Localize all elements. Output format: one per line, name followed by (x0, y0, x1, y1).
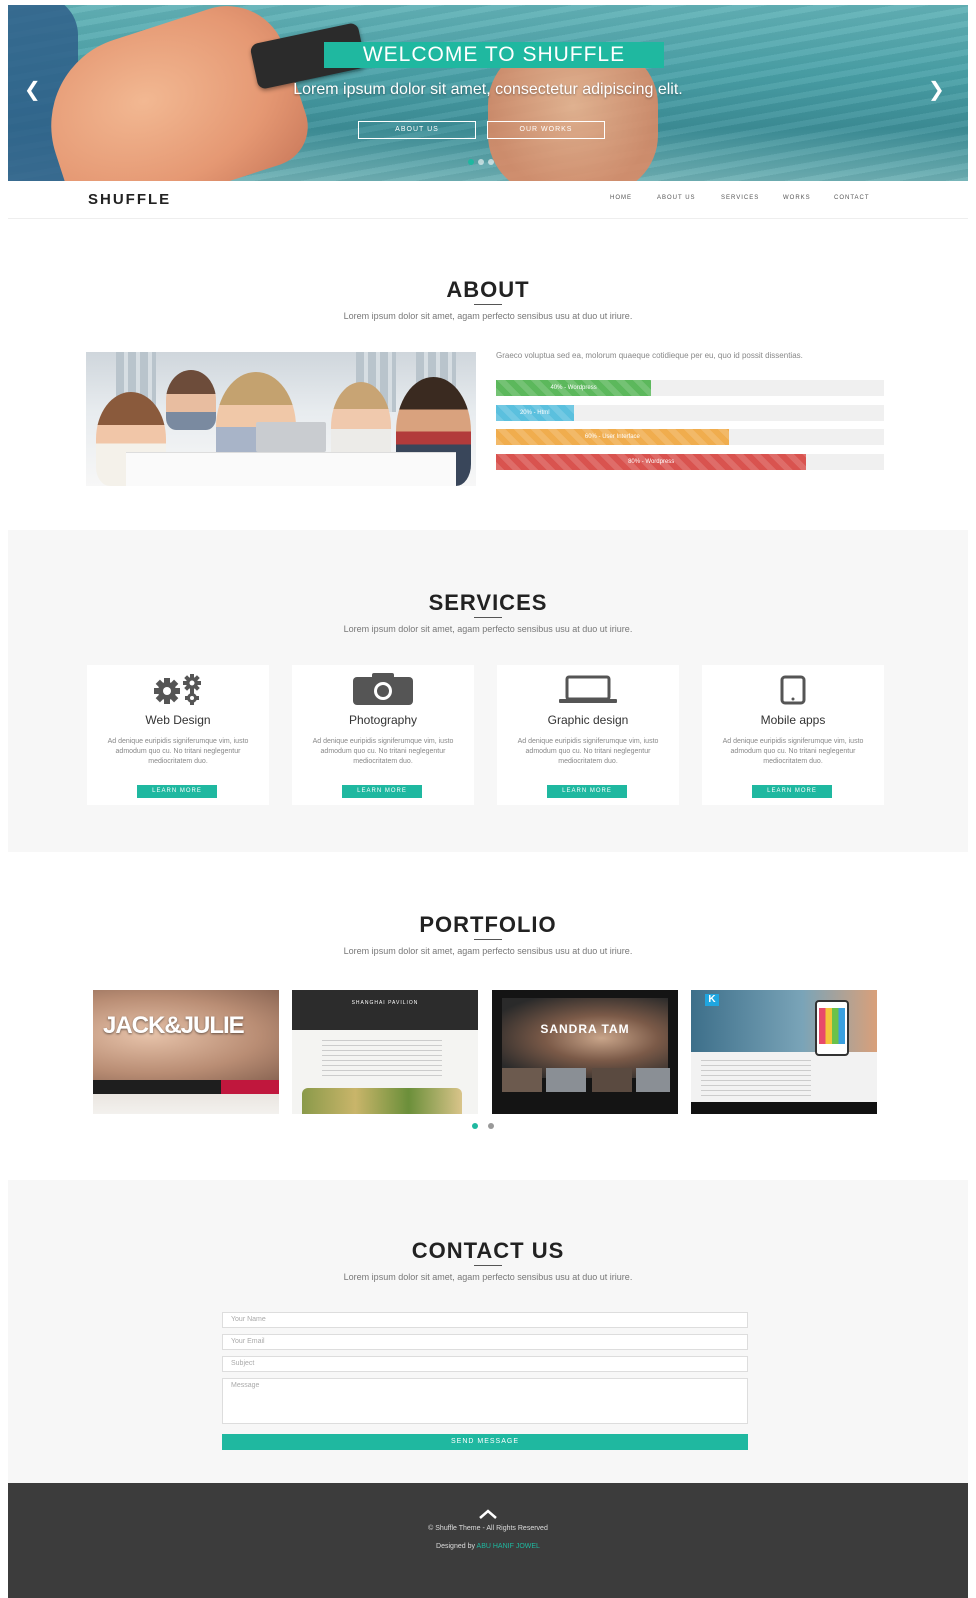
service-title: Photography (348, 713, 418, 727)
skill-bar: 40% - Wordpress (496, 380, 884, 396)
portfolio-indicators (472, 1123, 494, 1129)
subject-field[interactable]: Subject (222, 1356, 748, 1372)
portfolio-caption: SANDRA TAM (540, 1022, 630, 1036)
designed-by-label: Designed by (436, 1543, 477, 1550)
skill-bar-fill: 80% - Wordpress (496, 454, 807, 470)
navbar: SHUFFLE HOME ABOUT US SERVICES WORKS CON… (8, 181, 968, 219)
send-message-button[interactable]: SEND MESSAGE (222, 1434, 748, 1450)
email-field[interactable]: Your Email (222, 1334, 748, 1350)
about-us-button[interactable]: ABOUT US (358, 121, 476, 139)
chevron-right-icon[interactable]: ❯ (928, 77, 945, 102)
portfolio-item[interactable]: JACK&JULIE (93, 990, 279, 1114)
service-description: Ad denique euripidis signiferumque vim, … (722, 738, 864, 765)
about-divider (474, 304, 502, 305)
footer: © Shuffle Theme - All Rights Reserved De… (8, 1483, 968, 1598)
skill-bar: 20% - Html (496, 405, 884, 421)
learn-more-button[interactable]: LEARN MORE (342, 785, 422, 798)
portfolio-dot[interactable] (472, 1123, 478, 1129)
services-subtitle: Lorem ipsum dolor sit amet, agam perfect… (343, 624, 633, 634)
portfolio-title: PORTFOLIO (419, 912, 557, 937)
hero-subtitle: Lorem ipsum dolor sit amet, consectetur … (293, 81, 683, 98)
designed-by-text: Designed by ABU HANIF JOWEL (8, 1543, 968, 1550)
portfolio-divider (474, 939, 502, 940)
portfolio-caption: K (705, 994, 719, 1006)
about-title: ABOUT (446, 277, 530, 302)
skill-bar-fill: 60% - User Interface (496, 429, 729, 445)
chevron-up-icon[interactable] (478, 1507, 498, 1519)
camera-icon (292, 673, 474, 705)
skill-bar-fill: 20% - Html (496, 405, 574, 421)
service-card-photography: Photography Ad denique euripidis signife… (292, 665, 474, 805)
learn-more-button[interactable]: LEARN MORE (752, 785, 832, 798)
brand-logo[interactable]: SHUFFLE (88, 191, 171, 208)
contact-title: CONTACT US (411, 1238, 565, 1263)
about-subtitle: Lorem ipsum dolor sit amet, agam perfect… (343, 311, 633, 321)
portfolio-dot[interactable] (488, 1123, 494, 1129)
message-field[interactable]: Message (222, 1378, 748, 1424)
designer-link[interactable]: ABU HANIF JOWEL (477, 1543, 540, 1550)
nav-item-about[interactable]: ABOUT US (657, 195, 696, 201)
nav-item-contact[interactable]: CONTACT (834, 195, 870, 201)
hero-title: WELCOME TO SHUFFLE (324, 42, 664, 68)
hero-slide-indicators (468, 159, 494, 165)
gears-icon (87, 673, 269, 705)
services-title: SERVICES (428, 590, 548, 615)
skill-bar-fill: 40% - Wordpress (496, 380, 652, 396)
nav-item-services[interactable]: SERVICES (721, 195, 759, 201)
learn-more-button[interactable]: LEARN MORE (547, 785, 627, 798)
service-title: Web Design (145, 713, 211, 727)
name-field[interactable]: Your Name (222, 1312, 748, 1328)
slide-dot[interactable] (488, 159, 494, 165)
chevron-left-icon[interactable]: ❮ (24, 77, 41, 102)
portfolio-item[interactable]: K (691, 990, 877, 1114)
portfolio-item[interactable]: SHANGHAI PAVILION (292, 990, 478, 1114)
our-works-button[interactable]: OUR WORKS (487, 121, 605, 139)
service-card-mobile-apps: Mobile apps Ad denique euripidis signife… (702, 665, 884, 805)
tablet-icon (702, 673, 884, 705)
hero-slider: WELCOME TO SHUFFLE Lorem ipsum dolor sit… (8, 5, 968, 181)
skill-bar: 80% - Wordpress (496, 454, 884, 470)
service-card-web-design: Web Design Ad denique euripidis signifer… (87, 665, 269, 805)
portfolio-caption: JACK&JULIE (103, 1012, 245, 1039)
portfolio-caption: SHANGHAI PAVILION (351, 1000, 419, 1006)
slide-dot[interactable] (478, 159, 484, 165)
copyright-text: © Shuffle Theme - All Rights Reserved (428, 1525, 548, 1532)
team-photo (86, 352, 476, 486)
services-divider (474, 617, 502, 618)
service-title: Mobile apps (760, 713, 826, 727)
laptop-image (256, 422, 326, 452)
portfolio-subtitle: Lorem ipsum dolor sit amet, agam perfect… (343, 946, 633, 956)
skill-bar: 60% - User Interface (496, 429, 884, 445)
contact-subtitle: Lorem ipsum dolor sit amet, agam perfect… (343, 1272, 633, 1282)
service-title: Graphic design (547, 713, 629, 727)
service-description: Ad denique euripidis signiferumque vim, … (107, 738, 249, 765)
about-text: Graeco voluptua sed ea, molorum quaeque … (496, 351, 803, 360)
contact-divider (474, 1265, 502, 1266)
nav-item-home[interactable]: HOME (610, 195, 632, 201)
portfolio-item[interactable]: SANDRA TAM (492, 990, 678, 1114)
laptop-icon (497, 673, 679, 705)
slide-dot[interactable] (468, 159, 474, 165)
service-description: Ad denique euripidis signiferumque vim, … (312, 738, 454, 765)
nav-item-works[interactable]: WORKS (783, 195, 811, 201)
service-description: Ad denique euripidis signiferumque vim, … (517, 738, 659, 765)
service-card-graphic-design: Graphic design Ad denique euripidis sign… (497, 665, 679, 805)
meeting-table (126, 452, 456, 486)
learn-more-button[interactable]: LEARN MORE (137, 785, 217, 798)
